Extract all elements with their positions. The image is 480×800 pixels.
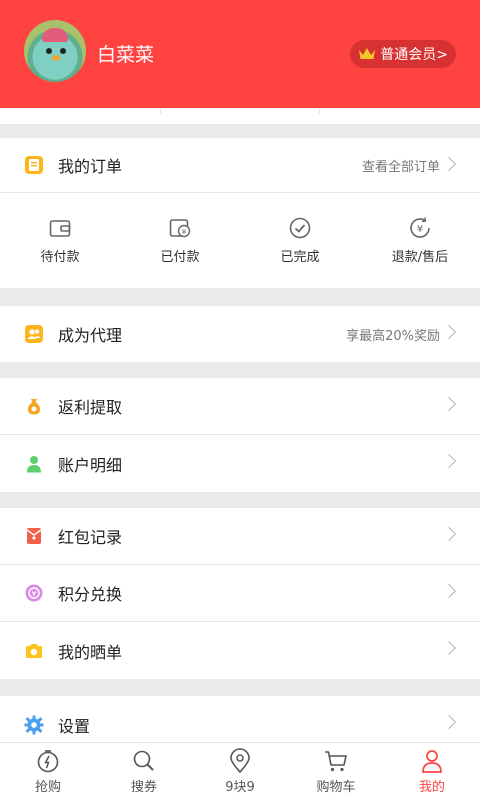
gear-icon — [24, 715, 44, 735]
order-status-label: 已付款 — [160, 250, 200, 265]
my-showcase-label: 我的晒单 — [58, 642, 123, 662]
tab-label: 购物车 — [316, 780, 356, 795]
crown-icon — [359, 48, 376, 59]
chevron-right-icon — [441, 714, 457, 730]
my-showcase-row[interactable]: 我的晒单 — [0, 622, 480, 679]
flash-sale-icon — [37, 750, 59, 773]
account-details-label: 账户明细 — [58, 455, 123, 475]
coupon-search-icon — [133, 750, 154, 771]
chevron-right-icon — [441, 583, 457, 599]
tab-label: 9块9 — [225, 780, 255, 795]
profile-header: 白菜菜 普通会员> — [0, 0, 480, 108]
rewards-section: 红包记录 积分兑换 我的晒单 — [0, 508, 480, 679]
agent-reward-hint: 享最高20%奖励 — [346, 328, 440, 344]
svg-text:¥: ¥ — [182, 228, 187, 236]
svg-text:¥: ¥ — [417, 224, 423, 235]
view-all-orders-link[interactable]: 查看全部订单 — [362, 156, 440, 175]
cart-icon — [325, 751, 347, 772]
chevron-right-icon — [441, 396, 457, 412]
finance-section: 返利提取 账户明细 — [0, 378, 480, 492]
money-bag-icon — [24, 396, 44, 416]
points-icon — [24, 583, 44, 603]
red-packet-row[interactable]: 红包记录 — [0, 508, 480, 565]
order-list-icon — [24, 155, 44, 175]
tab-cart[interactable]: 购物车 — [288, 743, 384, 800]
refund-icon: ¥ — [410, 217, 430, 238]
red-packet-label: 红包记录 — [58, 528, 123, 547]
order-status-pending-payment[interactable]: 待付款 — [0, 193, 120, 288]
tab-label: 抢购 — [34, 780, 61, 795]
tab-label: 我的 — [418, 780, 445, 795]
paid-icon: ¥ — [169, 219, 191, 238]
rebate-withdraw-row[interactable]: 返利提取 — [0, 378, 480, 435]
chevron-right-icon — [441, 640, 457, 656]
tab-label: 搜券 — [130, 780, 157, 795]
orders-header-row[interactable]: 我的订单 查看全部订单 — [0, 138, 480, 193]
chevron-right-icon — [441, 156, 457, 172]
points-exchange-label: 积分兑换 — [58, 585, 123, 604]
agent-section: 成为代理 享最高20%奖励 — [0, 306, 480, 362]
wallet-icon — [49, 220, 71, 237]
order-status-paid[interactable]: ¥ 已付款 — [120, 193, 240, 288]
order-status-completed[interactable]: 已完成 — [240, 193, 360, 288]
camera-icon — [24, 641, 44, 661]
tab-profile[interactable]: 我的 — [384, 743, 480, 800]
check-circle-icon — [289, 217, 311, 239]
chevron-right-icon — [441, 526, 457, 542]
order-status-label: 待付款 — [40, 250, 80, 265]
rebate-withdraw-label: 返利提取 — [58, 398, 123, 417]
account-person-icon — [24, 454, 44, 474]
member-label: 普通会员> — [380, 47, 448, 63]
orders-section: 我的订单 查看全部订单 待付款 ¥ 已付款 已完成 ¥ 退款/售后 — [0, 138, 480, 288]
avatar[interactable] — [24, 20, 86, 82]
become-agent-row[interactable]: 成为代理 享最高20%奖励 — [0, 306, 480, 362]
member-badge[interactable]: 普通会员> — [350, 40, 456, 68]
tab-flash-sale[interactable]: 抢购 — [0, 743, 96, 800]
order-status-label: 退款/售后 — [391, 250, 449, 265]
red-packet-icon — [24, 526, 44, 546]
username: 白菜菜 — [97, 44, 155, 66]
order-status-label: 已完成 — [280, 250, 320, 265]
tab-coupon-search[interactable]: 搜券 — [96, 743, 192, 800]
bottom-nav: 抢购 搜券 9块9 购物车 我的 — [0, 742, 480, 800]
header-stats-strip — [0, 108, 480, 124]
points-exchange-row[interactable]: 积分兑换 — [0, 565, 480, 622]
account-details-row[interactable]: 账户明细 — [0, 435, 480, 492]
location-pin-icon — [230, 748, 250, 774]
orders-title: 我的订单 — [58, 157, 123, 176]
profile-icon — [422, 750, 442, 773]
order-status-grid: 待付款 ¥ 已付款 已完成 ¥ 退款/售后 — [0, 193, 480, 288]
settings-label: 设置 — [58, 716, 91, 736]
chevron-right-icon — [441, 453, 457, 469]
order-status-refund[interactable]: ¥ 退款/售后 — [360, 193, 480, 288]
app-root: 白菜菜 普通会员> 我的订单 查看全部订单 待付款 ¥ 已付款 已完成 ¥ 退款… — [0, 0, 480, 800]
tab-nine-nine[interactable]: 9块9 — [192, 743, 288, 800]
agent-people-icon — [24, 324, 44, 344]
become-agent-label: 成为代理 — [58, 326, 123, 345]
chevron-right-icon — [441, 324, 457, 340]
